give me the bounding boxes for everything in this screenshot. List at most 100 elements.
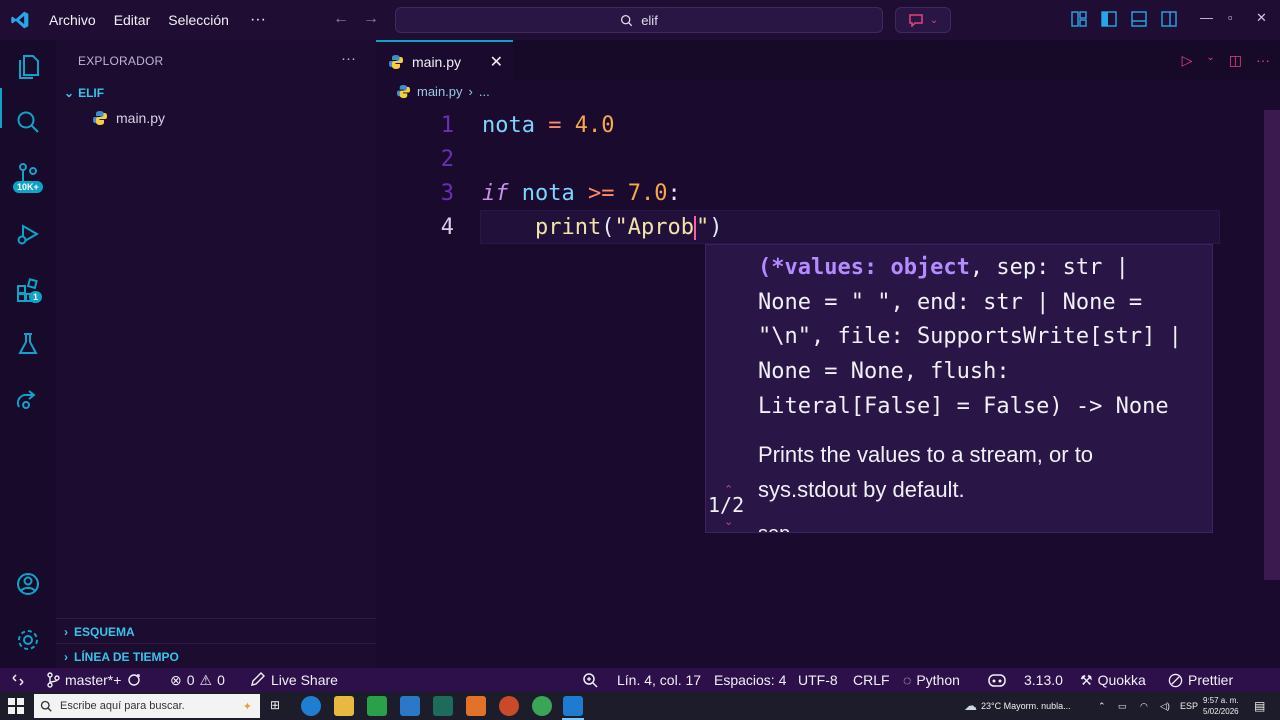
settings-gear-icon[interactable] xyxy=(14,626,42,654)
clock[interactable]: 9:57 a. m. 5/02/2026 xyxy=(1203,692,1239,720)
error-icon: ⊗ xyxy=(170,671,182,688)
input-language[interactable]: ESP xyxy=(1180,692,1198,720)
toggle-panel-icon[interactable] xyxy=(1130,10,1148,28)
line-number: 2 xyxy=(440,146,454,172)
accounts-icon[interactable] xyxy=(14,570,42,598)
toggle-sidebar-icon[interactable] xyxy=(1100,10,1118,28)
back-arrow-icon[interactable]: ← xyxy=(333,10,349,28)
cursor-position[interactable]: Lín. 4, col. 17 xyxy=(617,668,701,692)
chevron-down-icon[interactable]: ⌄ xyxy=(724,515,733,528)
terminal-app-icon[interactable] xyxy=(433,696,453,716)
menu-editar[interactable]: Editar xyxy=(105,0,160,40)
branch-name: master*+ xyxy=(65,672,122,688)
outline-section[interactable]: › ESQUEMA xyxy=(56,618,376,644)
notifications-icon[interactable]: ▤ xyxy=(1254,692,1265,720)
folder-elif[interactable]: ⌄ ELIF xyxy=(64,86,104,100)
overload-counter: 1/2 xyxy=(708,493,745,517)
language-mode[interactable]: ◌ Python xyxy=(903,668,960,692)
copilot-button[interactable]: ⌄ xyxy=(895,7,951,33)
run-python-icon[interactable]: ▷ xyxy=(1182,52,1193,69)
more-actions-icon[interactable]: ··· xyxy=(1256,52,1270,69)
tab-label: main.py xyxy=(412,53,462,70)
signature-text: (*values: object, sep: str | None = " ",… xyxy=(758,255,1182,419)
warning-icon: ⚠ xyxy=(199,671,213,688)
chevron-right-icon: › xyxy=(64,624,68,639)
breadcrumb-file[interactable]: main.py xyxy=(417,84,463,99)
chevron-down-icon[interactable]: ⌄ xyxy=(1206,52,1214,69)
mail-app-icon[interactable] xyxy=(400,696,420,716)
prettier-status[interactable]: Prettier xyxy=(1168,668,1233,692)
powerpoint-app-icon[interactable] xyxy=(499,696,519,716)
breadcrumb-symbol[interactable]: ... xyxy=(479,84,490,99)
search-icon[interactable] xyxy=(14,108,42,136)
layout-controls xyxy=(1070,10,1178,28)
chrome-app-icon[interactable] xyxy=(532,696,552,716)
edge-app-icon[interactable] xyxy=(301,696,321,716)
line-text: print("Aprob") xyxy=(534,214,723,240)
menu-archivo[interactable]: Archivo xyxy=(40,0,105,40)
vscode-app-icon[interactable] xyxy=(563,696,583,716)
minimize-button[interactable]: — xyxy=(1200,10,1213,25)
explorer-more-button[interactable]: ··· xyxy=(341,50,356,67)
vscode-logo-icon[interactable] xyxy=(0,0,40,40)
menu-seleccion[interactable]: Selección xyxy=(159,0,238,40)
language-label: Python xyxy=(916,672,960,688)
network-icon[interactable]: ▭ xyxy=(1118,692,1127,720)
close-window-button[interactable]: ✕ xyxy=(1256,10,1267,26)
error-count: 0 xyxy=(186,672,195,688)
prettier-check-icon xyxy=(1168,673,1183,687)
taskbar-search-placeholder: Escribe aquí para buscar. xyxy=(60,700,185,712)
volume-icon[interactable]: ◁) xyxy=(1160,692,1170,720)
extensions-badge: 1 xyxy=(29,291,43,303)
files-icon[interactable] xyxy=(14,52,42,80)
branch-indicator[interactable]: master*+ xyxy=(46,668,142,692)
zoom-icon[interactable] xyxy=(582,668,598,692)
end-of-line[interactable]: CRLF xyxy=(853,668,890,692)
forward-arrow-icon[interactable]: → xyxy=(363,10,379,28)
store-app-icon[interactable] xyxy=(367,696,387,716)
line-number: 4 xyxy=(440,214,454,240)
activity-bar: 10K+ 1 xyxy=(0,40,56,668)
split-editor-icon[interactable]: ◫ xyxy=(1229,52,1242,69)
weather-text: 23°C Mayorm. nubla... xyxy=(981,701,1071,711)
wifi-icon[interactable]: ◠ xyxy=(1140,692,1148,720)
folder-name: ELIF xyxy=(78,86,105,100)
file-explorer-app-icon[interactable] xyxy=(334,696,354,716)
testing-icon[interactable] xyxy=(14,330,42,358)
file-item-main-py[interactable]: main.py xyxy=(92,110,165,126)
command-center-search[interactable]: elif xyxy=(395,7,883,33)
active-parameter: (*values: object xyxy=(758,255,970,280)
signature-help-popup: (*values: object, sep: str | None = " ",… xyxy=(705,244,1213,533)
live-share-status[interactable]: Live Share xyxy=(250,668,338,692)
breadcrumb: main.py › ... xyxy=(396,84,490,99)
run-debug-icon[interactable] xyxy=(14,220,42,248)
menu-more-button[interactable]: ··· xyxy=(238,0,278,40)
timeline-section[interactable]: › LÍNEA DE TIEMPO xyxy=(56,643,376,669)
indentation[interactable]: Espacios: 4 xyxy=(714,668,786,692)
customize-layout-icon[interactable] xyxy=(1070,10,1088,28)
remote-indicator-icon[interactable] xyxy=(0,668,36,692)
problems-indicator[interactable]: ⊗ 0 ⚠ 0 xyxy=(170,668,225,692)
chevron-right-icon: › xyxy=(468,84,473,99)
explorer-title: EXPLORADOR xyxy=(78,54,164,68)
weather-widget[interactable]: ☁ 23°C Mayorm. nubla... xyxy=(964,692,1071,720)
task-view-icon[interactable]: ⊞ xyxy=(270,698,280,712)
tab-main-py[interactable]: main.py ✕ xyxy=(376,40,513,81)
windows-start-icon[interactable] xyxy=(8,698,24,714)
toggle-secondary-sidebar-icon[interactable] xyxy=(1160,10,1178,28)
chevron-right-icon: › xyxy=(64,649,68,664)
python-interpreter[interactable]: 3.13.0 xyxy=(987,668,1063,692)
close-tab-icon[interactable]: ✕ xyxy=(490,52,503,72)
file-name: main.py xyxy=(116,110,166,126)
chevron-up-icon[interactable]: ⌃ xyxy=(1098,692,1106,720)
outline-label: ESQUEMA xyxy=(74,624,135,639)
xampp-app-icon[interactable] xyxy=(466,696,486,716)
explorer-sidebar: EXPLORADOR ··· ⌄ ELIF main.py › ESQUEMA … xyxy=(56,40,376,668)
minimap-scrollbar[interactable] xyxy=(1264,110,1280,580)
live-share-icon[interactable] xyxy=(14,386,42,414)
line-number: 1 xyxy=(440,112,454,138)
taskbar-search-box[interactable]: Escribe aquí para buscar. ✦ xyxy=(34,694,260,718)
quokka-status[interactable]: ⚒ Quokka xyxy=(1080,668,1146,692)
restore-button[interactable]: ▫ xyxy=(1228,10,1233,25)
encoding[interactable]: UTF-8 xyxy=(798,668,838,692)
